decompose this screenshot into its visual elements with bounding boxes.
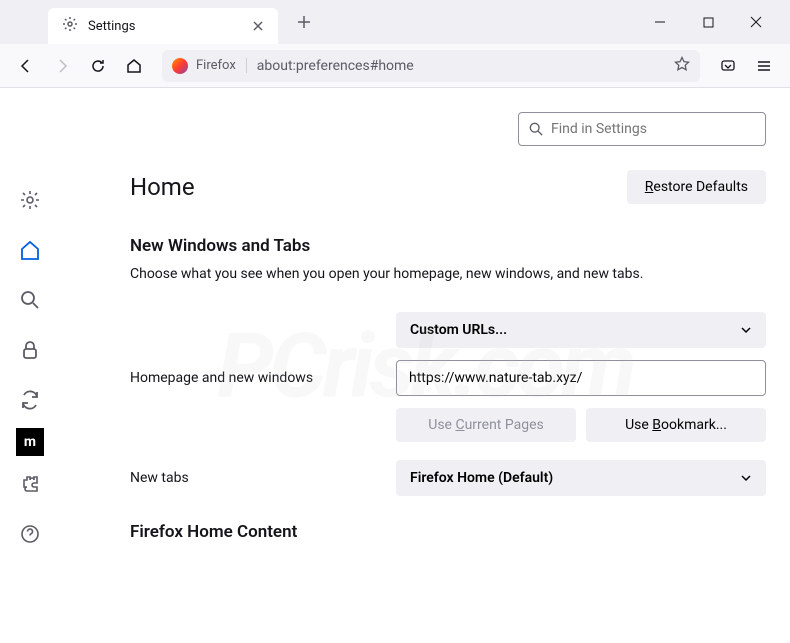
sidebar-item-support[interactable] xyxy=(12,512,48,556)
tab-label: Settings xyxy=(88,19,242,34)
minimize-button[interactable] xyxy=(638,6,682,38)
url-brand: Firefox xyxy=(196,58,247,73)
sidebar-item-sync[interactable] xyxy=(12,378,48,422)
homepage-url-input[interactable] xyxy=(396,360,766,396)
homepage-mode-dropdown[interactable]: Custom URLs... xyxy=(396,312,766,348)
restore-defaults-button[interactable]: Restore Defaults xyxy=(627,170,766,204)
site-identity[interactable]: Firefox xyxy=(172,58,247,74)
home-nav-button[interactable] xyxy=(118,50,150,82)
back-button[interactable] xyxy=(10,50,42,82)
forward-button xyxy=(46,50,78,82)
section-new-windows-desc: Choose what you see when you open your h… xyxy=(130,266,766,282)
chevron-down-icon xyxy=(740,324,752,336)
maximize-button[interactable] xyxy=(686,6,730,38)
newtabs-dropdown[interactable]: Firefox Home (Default) xyxy=(396,460,766,496)
newtabs-label: New tabs xyxy=(130,470,189,486)
dropdown-label: Firefox Home (Default) xyxy=(410,470,553,486)
pocket-button[interactable] xyxy=(712,50,744,82)
gear-icon xyxy=(62,16,78,36)
homepage-label: Homepage and new windows xyxy=(130,370,313,386)
search-icon xyxy=(529,122,543,136)
sidebar-item-privacy[interactable] xyxy=(12,328,48,372)
dropdown-label: Custom URLs... xyxy=(410,322,507,338)
bookmark-star-icon[interactable] xyxy=(674,56,690,76)
url-bar[interactable]: Firefox about:preferences#home xyxy=(162,50,700,82)
reload-button[interactable] xyxy=(82,50,114,82)
new-tab-button[interactable] xyxy=(288,6,320,38)
close-window-button[interactable] xyxy=(734,6,778,38)
use-current-pages-button: Use Current Pages xyxy=(396,408,576,442)
sidebar-item-general[interactable] xyxy=(12,178,48,222)
use-bookmark-button[interactable]: Use Bookmark... xyxy=(586,408,766,442)
sidebar-item-mozilla[interactable]: m xyxy=(16,428,44,456)
settings-sidebar: m xyxy=(0,88,60,643)
sidebar-item-search[interactable] xyxy=(12,278,48,322)
sidebar-item-extensions[interactable] xyxy=(12,462,48,506)
app-menu-button[interactable] xyxy=(748,50,780,82)
sidebar-item-home[interactable] xyxy=(12,228,48,272)
page-title: Home xyxy=(130,173,195,201)
settings-search-input[interactable] xyxy=(551,121,755,137)
section-firefox-home-content: Firefox Home Content xyxy=(130,522,766,542)
section-new-windows-title: New Windows and Tabs xyxy=(130,236,766,256)
url-text: about:preferences#home xyxy=(257,58,664,74)
close-icon[interactable] xyxy=(252,17,264,36)
browser-tab[interactable]: Settings xyxy=(48,8,278,44)
chevron-down-icon xyxy=(740,472,752,484)
settings-search[interactable] xyxy=(518,112,766,146)
firefox-logo-icon xyxy=(172,58,188,74)
